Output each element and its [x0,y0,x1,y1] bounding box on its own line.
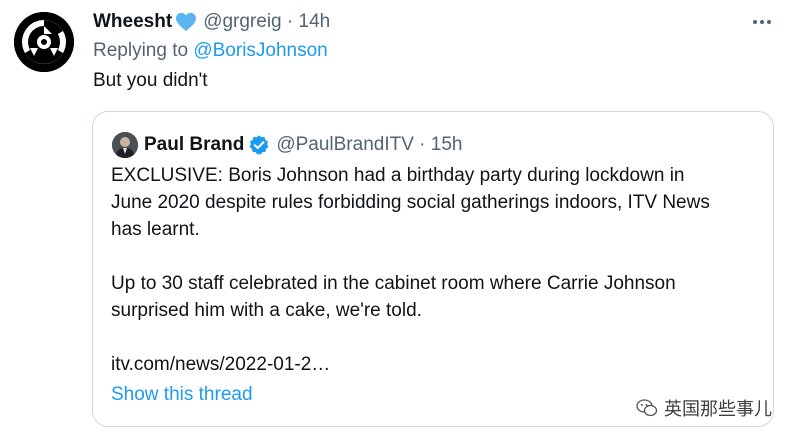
quoted-tweet[interactable]: Paul Brand @PaulBrandITV · 15h EXCLUSIVE… [92,111,774,427]
quoted-header: Paul Brand @PaulBrandITV · 15h [144,132,462,158]
blue-heart-icon [175,12,197,32]
wechat-watermark-icon [636,399,658,417]
quoted-handle-and-time[interactable]: @PaulBrandITV · 15h [276,134,462,156]
tweet-text: But you didn't [93,70,208,91]
watermark-text: 英国那些事儿 [664,399,772,419]
show-thread-link[interactable]: Show this thread [111,384,253,406]
quoted-link[interactable]: itv.com/news/2022-01-2… [111,351,761,378]
vinyl-adapter-icon [14,12,74,72]
verified-badge-icon [248,134,270,156]
quoted-avatar [112,132,138,158]
quoted-line: EXCLUSIVE: Boris Johnson had a birthday … [111,165,685,186]
quoted-line: has learnt. [111,219,200,240]
quoted-text: EXCLUSIVE: Boris Johnson had a birthday … [111,162,761,378]
author-name[interactable]: Wheesht [93,11,172,33]
handle-and-time[interactable]: @grgreig · 14h [203,11,330,33]
quoted-author-name[interactable]: Paul Brand [144,134,244,156]
avatar[interactable] [14,12,74,72]
quoted-line: Up to 30 staff celebrated in the cabinet… [111,273,676,294]
replying-prefix: Replying to [93,40,194,61]
replying-to: Replying to @BorisJohnson [93,40,328,62]
reply-mention-link[interactable]: @BorisJohnson [193,40,327,61]
tweet-header: Wheesht @grgreig · 14h [93,10,330,34]
watermark: 英国那些事儿 [636,395,772,421]
more-options-icon[interactable] [750,12,774,32]
quoted-line: June 2020 despite rules forbidding socia… [111,192,710,213]
quoted-line: surprised him with a cake, we're told. [111,300,422,321]
